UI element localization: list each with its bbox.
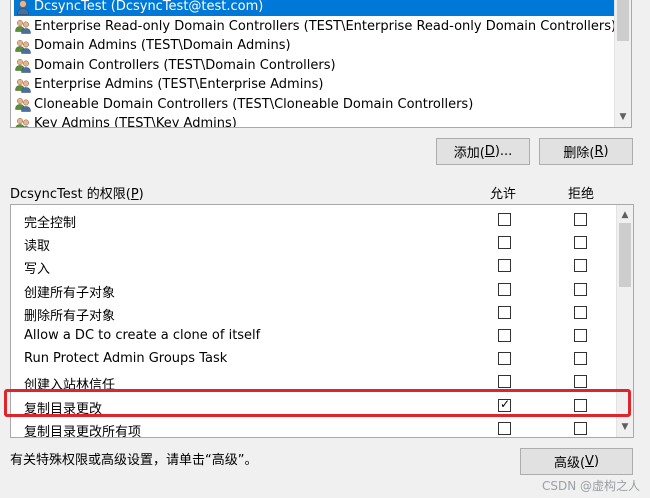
permissions-label: DcsyncTest 的权限(P) — [10, 187, 144, 202]
principal-item-label: Key Admins (TEST\Key Admins) — [34, 116, 237, 128]
principal-item[interactable]: Enterprise Read-only Domain Controllers … — [14, 17, 617, 36]
scroll-up-icon[interactable]: ▲ — [617, 207, 633, 223]
principal-item-label: Enterprise Admins (TEST\Enterprise Admin… — [34, 77, 324, 92]
permission-row: 读取 — [11, 232, 615, 255]
deny-checkbox[interactable] — [574, 259, 587, 273]
allow-checkbox[interactable] — [498, 213, 511, 226]
deny-checkbox[interactable] — [574, 329, 587, 342]
deny-checkbox[interactable] — [574, 282, 587, 296]
principal-item[interactable]: Domain Admins (TEST\Domain Admins) — [14, 36, 614, 55]
allow-checkbox[interactable] — [498, 236, 511, 250]
advanced-hint-text: 有关特殊权限或高级设置，请单击“高级”。 — [10, 453, 258, 468]
scrollbar-thumb[interactable] — [619, 223, 631, 287]
principal-list-scrollbar[interactable]: ▼ — [614, 0, 631, 127]
deny-checkbox[interactable] — [574, 375, 587, 389]
deny-checkbox[interactable] — [574, 213, 587, 226]
principal-item-label: Domain Admins (TEST\Domain Admins) — [34, 38, 291, 53]
permission-name: 读取 — [24, 239, 51, 255]
permission-name: 复制目录更改所有项 — [24, 424, 142, 438]
group-icon — [15, 77, 31, 93]
permission-name: Run Protect Admin Groups Task — [24, 351, 228, 367]
allow-checkbox[interactable] — [498, 305, 511, 319]
permission-name: 完全控制 — [24, 216, 77, 231]
group-icon — [15, 18, 31, 34]
permission-name: 删除所有子对象 — [24, 308, 116, 324]
remove-button[interactable]: 删除(R) — [539, 138, 633, 165]
principal-item[interactable]: Cloneable Domain Controllers (TEST\Clone… — [14, 95, 614, 114]
principal-item[interactable]: Key Admins (TEST\Key Admins) — [14, 114, 614, 128]
permission-row: 写入 — [11, 255, 615, 278]
allow-checkbox[interactable] — [498, 259, 511, 273]
add-button[interactable]: 添加(D)... — [436, 138, 530, 165]
principal-item-label: DcsyncTest (DcsyncTest@test.com) — [34, 0, 264, 14]
deny-checkbox[interactable] — [574, 236, 587, 250]
principal-item-label: Domain Controllers (TEST\Domain Controll… — [34, 57, 336, 73]
principal-item-label: Enterprise Read-only Domain Controllers … — [34, 18, 617, 34]
allow-checkbox[interactable] — [498, 329, 511, 342]
principal-item[interactable]: DcsyncTest (DcsyncTest@test.com) — [14, 0, 614, 16]
highlight-annotation-box — [4, 389, 631, 417]
deny-checkbox[interactable] — [574, 421, 587, 435]
scroll-down-icon[interactable]: ▼ — [615, 109, 631, 125]
allow-checkbox[interactable] — [498, 421, 511, 435]
permission-row: Run Protect Admin Groups Task — [11, 348, 615, 371]
deny-column-header: 拒绝 — [568, 187, 595, 202]
scrollbar-thumb[interactable] — [617, 0, 629, 41]
permission-row: 删除所有子对象 — [11, 302, 615, 325]
allow-checkbox[interactable] — [498, 352, 511, 366]
deny-checkbox[interactable] — [574, 352, 587, 366]
group-icon — [15, 96, 31, 112]
permission-name: Allow a DC to create a clone of itself — [24, 328, 261, 343]
permission-row: 复制目录更改所有项 — [11, 418, 615, 438]
permission-name: 创建所有子对象 — [24, 285, 116, 301]
principal-item[interactable]: Domain Controllers (TEST\Domain Controll… — [14, 56, 614, 75]
principal-item[interactable]: Enterprise Admins (TEST\Enterprise Admin… — [14, 75, 614, 94]
deny-checkbox[interactable] — [574, 305, 587, 319]
permission-row: Allow a DC to create a clone of itself — [11, 325, 615, 348]
group-icon — [15, 116, 31, 127]
permission-row: 创建所有子对象 — [11, 279, 615, 302]
group-icon — [15, 38, 31, 54]
allow-column-header: 允许 — [490, 187, 517, 202]
advanced-button[interactable]: 高级(V) — [520, 448, 633, 475]
watermark: CSDN @虚构之人 — [541, 479, 640, 493]
allow-checkbox[interactable] — [498, 282, 511, 296]
scroll-down-icon[interactable]: ▼ — [617, 419, 633, 435]
principal-item-label: Cloneable Domain Controllers (TEST\Clone… — [34, 96, 474, 112]
permission-row: 完全控制 — [11, 209, 615, 232]
allow-checkbox[interactable] — [498, 375, 511, 389]
user-icon — [15, 0, 31, 15]
permission-name: 写入 — [24, 262, 51, 278]
principal-list[interactable]: DcsyncTest (DcsyncTest@test.com) Enterpri… — [10, 0, 632, 128]
group-icon — [15, 57, 31, 73]
